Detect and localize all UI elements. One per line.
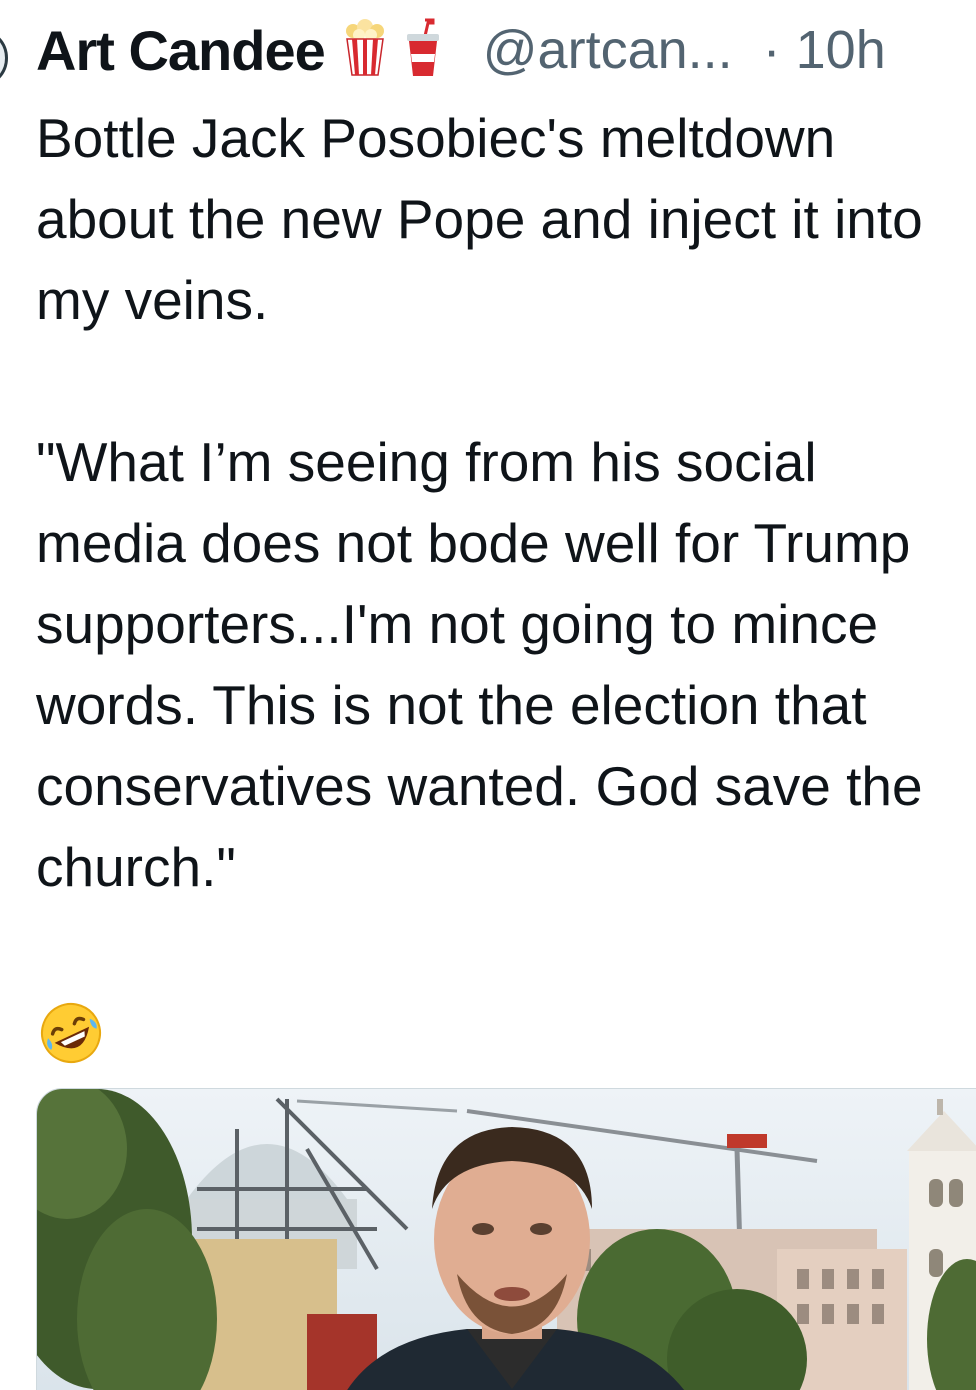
- tweet-text: Bottle Jack Posobiec's meltdown about th…: [36, 98, 966, 908]
- popcorn-icon: [343, 18, 387, 82]
- soda-cup-icon: [403, 18, 443, 83]
- video-thumbnail[interactable]: [36, 1088, 976, 1390]
- tweet-card[interactable]: Art Candee @artcan... · 10h Bottle Jack …: [0, 0, 976, 1390]
- author-handle[interactable]: @artcan...: [483, 19, 733, 81]
- tweet-header: Art Candee @artcan... · 10h: [36, 14, 886, 86]
- tweet-paragraph: Bottle Jack Posobiec's meltdown about th…: [36, 107, 923, 331]
- rolling-on-floor-laughing-icon: [38, 1000, 104, 1066]
- tweet-quote-paragraph: "What I’m seeing from his social media d…: [36, 431, 923, 898]
- display-name[interactable]: Art Candee: [36, 18, 326, 83]
- avatar[interactable]: [0, 28, 8, 88]
- timestamp[interactable]: · 10h: [763, 19, 886, 81]
